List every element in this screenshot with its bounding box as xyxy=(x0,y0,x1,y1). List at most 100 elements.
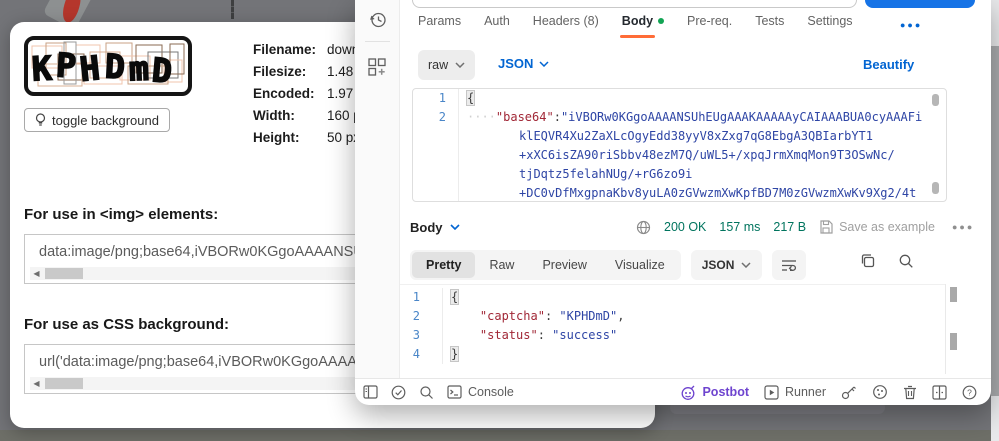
checks-icon[interactable] xyxy=(391,385,406,400)
response-body-editor[interactable]: 1{2 "captcha": "KPHDmD",3 "status": "suc… xyxy=(400,284,945,374)
svg-text:D: D xyxy=(104,47,126,87)
copy-icon[interactable] xyxy=(860,253,876,269)
request-language-select[interactable]: JSON xyxy=(498,56,549,71)
request-body-editor[interactable]: 1{2····"base64":"iVBORw0KGgoAAAANSUhEUgA… xyxy=(412,88,947,202)
editor-scrollbar-thumb[interactable] xyxy=(932,94,939,106)
response-view-tab-visualize[interactable]: Visualize xyxy=(601,252,679,278)
file-info-label: Height: xyxy=(253,130,325,145)
wrap-lines-button[interactable] xyxy=(772,250,806,280)
request-tab-label: Pre-req. xyxy=(687,14,732,28)
response-view-tab-pretty[interactable]: Pretty xyxy=(412,252,475,278)
split-panes-icon[interactable] xyxy=(932,385,947,400)
response-body-select[interactable]: Body xyxy=(410,220,460,235)
sidebar-toggle-icon[interactable] xyxy=(363,385,378,399)
request-tab-label: Headers (8) xyxy=(533,14,599,28)
response-size[interactable]: 217 B xyxy=(773,220,806,234)
request-tab-params[interactable]: Params xyxy=(418,14,461,28)
code-line: 1{ xyxy=(413,89,946,108)
code-token: tjDqtz5felahNUg/+rG6zo9i xyxy=(519,167,692,181)
page-scrollbar-track xyxy=(991,396,999,441)
svg-text:P: P xyxy=(55,45,78,85)
runner-button[interactable]: Runner xyxy=(764,385,826,400)
save-as-example-button[interactable]: Save as example xyxy=(819,220,935,234)
help-icon[interactable]: ? xyxy=(962,385,977,400)
request-tab-label: Body xyxy=(622,14,653,28)
code-token: "base64" xyxy=(496,110,554,124)
file-info-row: Filesize:1.48 K xyxy=(253,60,370,82)
code-line: 2····"base64":"iVBORw0KGgoAAAANSUhEUgAAA… xyxy=(413,108,946,127)
postman-footer: Console Postbot Runner ? xyxy=(355,378,991,405)
body-mode-select[interactable]: raw xyxy=(418,50,475,80)
response-meta-bar: Body 200 OK 157 ms 217 B Save as example… xyxy=(355,208,991,246)
new-panel-icon[interactable] xyxy=(368,58,387,77)
request-tab-tests[interactable]: Tests xyxy=(755,14,784,28)
request-tab-body[interactable]: Body xyxy=(622,14,664,28)
request-tabs-more-button[interactable]: ●●● xyxy=(900,20,922,30)
network-globe-icon[interactable] xyxy=(636,220,651,235)
url-input[interactable] xyxy=(412,0,857,8)
line-number: 2 xyxy=(413,108,459,127)
file-info-row: Filename:downlo xyxy=(253,38,370,60)
file-info-label: Encoded: xyxy=(253,86,325,101)
postbot-button[interactable]: Postbot xyxy=(680,385,749,400)
response-view-tab-raw[interactable]: Raw xyxy=(475,252,528,278)
console-button[interactable]: Console xyxy=(447,385,514,399)
runner-label: Runner xyxy=(785,385,826,399)
code-token: "status" xyxy=(480,328,538,342)
request-tab-pre-req-[interactable]: Pre-req. xyxy=(687,14,732,28)
vault-icon[interactable] xyxy=(841,385,857,400)
line-number xyxy=(413,146,459,165)
code-line: klEQVR4Xu2ZaXLcOgyEdd38yyV8xZxg7qG8EbgA3… xyxy=(413,127,946,146)
cookies-icon[interactable] xyxy=(872,384,888,400)
page-scrollbar-track xyxy=(991,0,999,46)
response-status[interactable]: 200 OK xyxy=(664,220,706,234)
scrollbar-thumb[interactable] xyxy=(45,268,83,279)
trash-icon[interactable] xyxy=(903,385,917,400)
code-line: +xXC6isZA90riSbbv48ezM7Q/uWL5+/xpqJrmXmq… xyxy=(413,146,946,165)
beautify-button[interactable]: Beautify xyxy=(863,57,914,72)
scroll-left-arrow[interactable]: ◀ xyxy=(30,267,43,280)
response-more-button[interactable]: ●●● xyxy=(952,222,974,232)
svg-text:D: D xyxy=(150,50,173,91)
scroll-left-arrow[interactable]: ◀ xyxy=(30,377,43,390)
search-icon[interactable] xyxy=(419,385,434,400)
svg-text:K: K xyxy=(31,49,53,89)
line-number xyxy=(413,184,459,202)
code-content: tjDqtz5felahNUg/+rG6zo9i xyxy=(459,165,692,184)
toggle-background-label: toggle background xyxy=(52,113,159,128)
code-token: "KPHDmD" xyxy=(559,309,617,323)
captcha-image: K P H D m D xyxy=(24,36,192,96)
postbot-icon xyxy=(680,385,696,400)
history-icon[interactable] xyxy=(368,10,388,30)
scrollbar-thumb[interactable] xyxy=(45,378,83,389)
chevron-down-icon xyxy=(450,224,460,230)
toggle-background-button[interactable]: toggle background xyxy=(24,108,170,132)
code-content: "status": "success" xyxy=(443,326,617,345)
code-token: , xyxy=(617,309,624,323)
response-language-select[interactable]: JSON xyxy=(691,250,763,280)
request-tab-headers-8-[interactable]: Headers (8) xyxy=(533,14,599,28)
send-button[interactable] xyxy=(865,0,975,8)
code-content: +xXC6isZA90riSbbv48ezM7Q/uWL5+/xpqJrmXmq… xyxy=(459,146,895,165)
code-token xyxy=(451,328,480,342)
request-tab-settings[interactable]: Settings xyxy=(807,14,852,28)
request-tab-bar: Params Auth Headers (8) Body Pre-req. Tests Se… xyxy=(418,14,853,28)
code-token: { xyxy=(467,91,474,105)
background-bottom-strip xyxy=(0,430,999,441)
lightbulb-icon xyxy=(35,113,46,127)
runner-icon xyxy=(764,385,779,400)
request-tab-auth[interactable]: Auth xyxy=(484,14,510,28)
response-view-tab-preview[interactable]: Preview xyxy=(528,252,600,278)
page-scrollbar[interactable] xyxy=(991,0,999,441)
search-icon[interactable] xyxy=(898,253,914,269)
code-line: 2 "captcha": "KPHDmD", xyxy=(400,307,945,326)
code-token: "success" xyxy=(552,328,617,342)
request-tab-label: Settings xyxy=(807,14,852,28)
file-info-row: Encoded:1.97 K xyxy=(253,82,370,104)
body-mode-value: raw xyxy=(428,58,448,72)
response-view-bar: PrettyRawPreviewVisualize JSON xyxy=(410,250,806,280)
request-language-value: JSON xyxy=(498,56,533,71)
code-line: tjDqtz5felahNUg/+rG6zo9i xyxy=(413,165,946,184)
request-tab-label: Tests xyxy=(755,14,784,28)
response-time[interactable]: 157 ms xyxy=(719,220,760,234)
